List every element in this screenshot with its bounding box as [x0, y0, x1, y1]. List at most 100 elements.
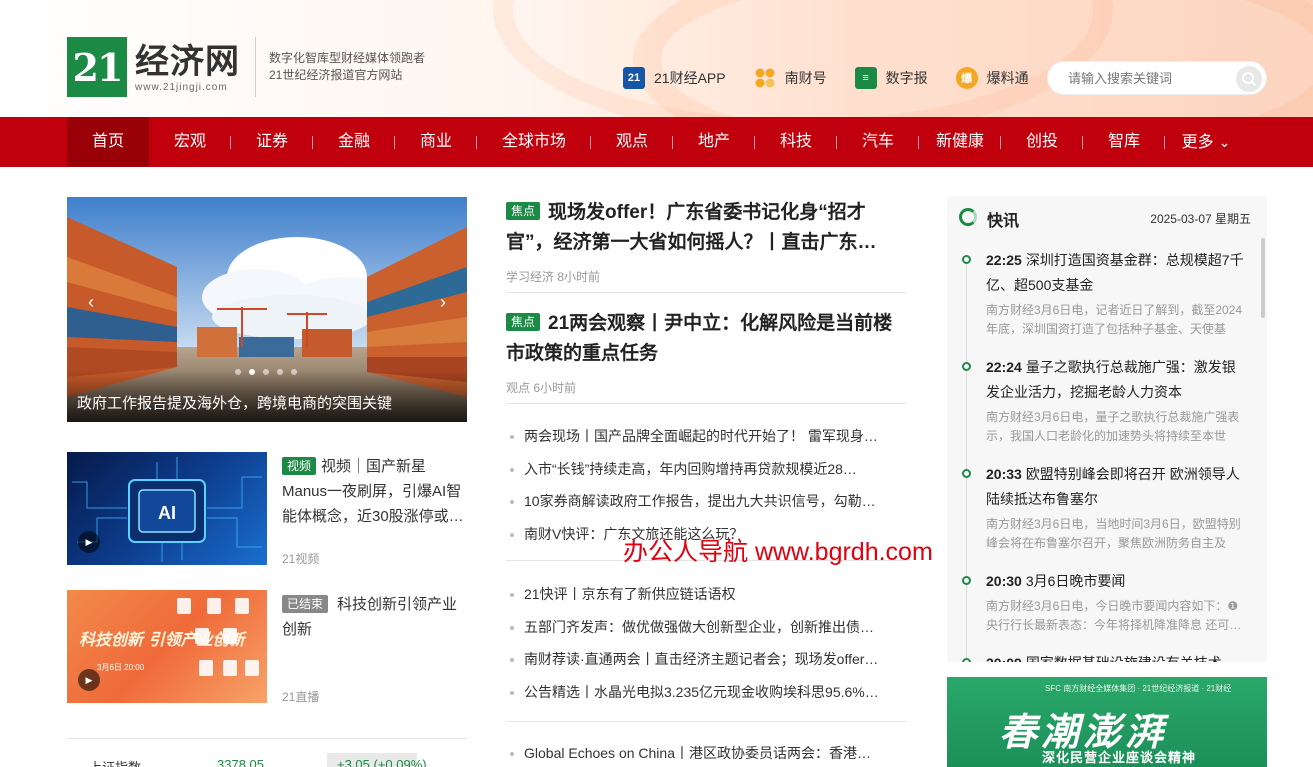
- flash-news-item[interactable]: 22:25 深圳打造国资基金群：总规模超7千亿、超500支基金 南方财经3月6日电，…: [947, 248, 1259, 339]
- news-list: Global Echoes on China丨港区政协委员话两会：香港…: [506, 737, 907, 767]
- flash-news-item[interactable]: 20:09 国家数据基础设施建设有关技术: [947, 651, 1259, 662]
- nav-item[interactable]: 新健康: [919, 117, 1001, 167]
- nav-item[interactable]: 宏观: [149, 117, 231, 167]
- list-item[interactable]: 五部门齐发声：做优做强做大创新型企业，创新推出债…: [506, 611, 907, 644]
- tool-label: 数字报: [885, 70, 928, 86]
- nav-item-label: 地产: [697, 133, 730, 150]
- nav-item[interactable]: 地产: [673, 117, 755, 167]
- list-item[interactable]: 10家券商解读政府工作报告，提出九大共识信号，勾勒…: [506, 485, 907, 518]
- flash-item-time: 20:33: [986, 466, 1022, 482]
- flash-item-title[interactable]: 22:25 深圳打造国资基金群：总规模超7千亿、超500支基金: [986, 248, 1249, 298]
- logo-url: www.21jingji.com: [135, 81, 228, 93]
- main-nav: 首页 宏观 证券 金融 商业 全球市场 观点 地产 科技 汽车 新健康 创投 智库 更多 ⌄: [0, 117, 1313, 167]
- focus-tag: 焦点: [506, 202, 541, 220]
- flash-item-time: 20:09: [986, 655, 1022, 662]
- featured-meta: 观点 6小时前: [506, 381, 577, 395]
- nancai-icon: [754, 67, 776, 89]
- flash-news-item[interactable]: 20:33 欧盟特别峰会即将召开 欧洲领导人陆续抵达布鲁塞尔 南方财经3月6日电，当…: [947, 462, 1259, 553]
- featured-article[interactable]: 焦点 21两会观察丨尹中立：化解风险是当前楼市政策的重点任务 观点 6小时前: [506, 309, 907, 396]
- featured-title[interactable]: 焦点 现场发offer！广东省委书记化身“招才官”，经济第一大省如何摇人？丨直击广…: [506, 198, 907, 258]
- banner-header: SFC 南方财经全媒体集团 · 21世纪经济报道 · 21财经: [1045, 684, 1232, 693]
- flash-news-item[interactable]: 22:24 量子之歌执行总裁施广强：激发银发企业活力，挖掘老龄人力资本 南方财经3月…: [947, 355, 1259, 446]
- live-thumbnail[interactable]: 科技创新 引领产业创新 3月6日 20:00 ▶: [67, 590, 267, 703]
- flash-item-title-text: 3月6日晚市要闻: [1025, 573, 1126, 589]
- nav-item[interactable]: 观点: [591, 117, 673, 167]
- video-thumbnail[interactable]: AI ▶: [67, 452, 267, 565]
- headline-carousel[interactable]: ‹ › 政府工作报告提及海外仓，跨境电商的突围关键: [67, 197, 467, 422]
- tool-tipoff[interactable]: 爆 爆料通: [955, 67, 1029, 89]
- thumbnail-text: AI: [158, 503, 176, 523]
- section-divider: [506, 721, 907, 722]
- flash-news-title[interactable]: 快讯: [987, 207, 1019, 231]
- nav-item[interactable]: 更多 ⌄: [1165, 117, 1247, 167]
- site-logo[interactable]: 21 经济网 www.21jingji.com: [67, 37, 240, 97]
- tool-digital-paper[interactable]: ≡ 数字报: [854, 67, 928, 89]
- list-item[interactable]: 公告精选丨水晶光电拟3.235亿元现金收购埃科思95.6%…: [506, 676, 907, 709]
- timeline-dot: [962, 576, 971, 585]
- list-item[interactable]: Global Echoes on China丨港区政协委员话两会：香港…: [506, 737, 907, 767]
- nav-list: 首页 宏观 证券 金融 商业 全球市场 观点 地产 科技 汽车 新健康 创投 智库 更多 ⌄: [67, 117, 1247, 167]
- list-item[interactable]: 入市“长钱”持续走高，年内回购增持再贷款规模近28…: [506, 453, 907, 486]
- list-item[interactable]: 南财荐读·直通两会丨直击经济主题记者会；现场发offer…: [506, 643, 907, 676]
- featured-article[interactable]: 焦点 现场发offer！广东省委书记化身“招才官”，经济第一大省如何摇人？丨直击广…: [506, 198, 907, 285]
- list-item[interactable]: 两会现场丨国产品牌全面崛起的时代开始了！ 雷军现身…: [506, 420, 907, 453]
- flash-news-header: 快讯 2025-03-07 星期五: [947, 196, 1267, 238]
- search-input[interactable]: [1068, 70, 1228, 86]
- live-card[interactable]: 科技创新 引领产业创新 3月6日 20:00 ▶ 已结束 科技创新引领产业创新 2…: [67, 590, 467, 705]
- flash-news-date: 2025-03-07 星期五: [1150, 212, 1251, 226]
- news-list: 21快评丨京东有了新供应链话语权 五部门齐发声：做优做强做大创新型企业，创新推出…: [506, 578, 907, 708]
- play-icon[interactable]: ▶: [78, 531, 100, 553]
- search-button[interactable]: [1236, 66, 1262, 92]
- carousel-caption[interactable]: 政府工作报告提及海外仓，跨境电商的突围关键: [67, 370, 467, 422]
- tool-21caijing-app[interactable]: 21 21财经APP: [623, 67, 726, 89]
- featured-title[interactable]: 焦点 21两会观察丨尹中立：化解风险是当前楼市政策的重点任务: [506, 309, 907, 369]
- nav-item-label: 商业: [419, 133, 452, 150]
- timeline-dot: [962, 469, 971, 478]
- banner-subtitle: 深化民营企业座谈会精神: [1042, 750, 1197, 765]
- nav-item[interactable]: 创投: [1001, 117, 1083, 167]
- nav-item[interactable]: 金融: [313, 117, 395, 167]
- nav-item[interactable]: 智库: [1083, 117, 1165, 167]
- video-title[interactable]: 视频 视频｜国产新星Manus一夜刷屏，引爆AI智能体概念，近30股涨停或…: [282, 454, 467, 529]
- index-name: 上证指数: [89, 757, 141, 767]
- chevron-down-icon: ⌄: [1218, 134, 1231, 150]
- flash-icon: [959, 208, 977, 226]
- flash-item-title[interactable]: 20:30 3月6日晚市要闻: [986, 569, 1249, 594]
- flash-news-item[interactable]: 20:30 3月6日晚市要闻 南方财经3月6日电，今日晚市要闻内容如下：❶央行行长最…: [947, 569, 1259, 635]
- carousel-prev-button[interactable]: ‹: [81, 287, 101, 317]
- flash-news-panel: 快讯 2025-03-07 星期五 22:25 深圳打造国资基金群：总规模超7千亿…: [947, 196, 1267, 662]
- list-item[interactable]: 21快评丨京东有了新供应链话语权: [506, 578, 907, 611]
- nav-item[interactable]: 证券: [231, 117, 313, 167]
- slogan-line: 21世纪经济报道官方网站: [269, 68, 403, 82]
- flash-item-time: 22:25: [986, 252, 1022, 268]
- nav-item[interactable]: 全球市场: [477, 117, 591, 167]
- video-card[interactable]: AI ▶ 视频 视频｜国产新星Manus一夜刷屏，引爆AI智能体概念，近30股涨停…: [67, 452, 467, 567]
- nav-item[interactable]: 科技: [755, 117, 837, 167]
- nav-item-label: 创投: [1025, 133, 1058, 150]
- chevron-right-icon: ›: [440, 291, 446, 312]
- nav-item[interactable]: 汽车: [837, 117, 919, 167]
- flash-item-time: 20:30: [986, 573, 1022, 589]
- flash-item-title[interactable]: 20:33 欧盟特别峰会即将召开 欧洲领导人陆续抵达布鲁塞尔: [986, 462, 1249, 512]
- search-box: [1047, 61, 1267, 95]
- site-slogan: 数字化智库型财经媒体领跑者 21世纪经济报道官方网站: [269, 50, 425, 84]
- tool-label: 爆料通: [986, 70, 1029, 86]
- flash-scrollbar[interactable]: [1261, 238, 1265, 318]
- nav-item-label: 证券: [255, 133, 288, 150]
- flash-item-title[interactable]: 22:24 量子之歌执行总裁施广强：激发银发企业活力，挖掘老龄人力资本: [986, 355, 1249, 405]
- flash-item-title[interactable]: 20:09 国家数据基础设施建设有关技术: [986, 651, 1249, 662]
- play-icon[interactable]: ▶: [78, 669, 100, 691]
- promo-banner[interactable]: SFC 南方财经全媒体集团 · 21世纪经济报道 · 21财经 春潮澎湃 深化民…: [947, 677, 1267, 767]
- nav-item-label: 金融: [337, 133, 370, 150]
- timeline-dot: [962, 255, 971, 264]
- live-title[interactable]: 已结束 科技创新引领产业创新: [282, 592, 467, 642]
- logo-divider: [255, 37, 256, 97]
- carousel-next-button[interactable]: ›: [433, 287, 453, 317]
- nav-item[interactable]: 首页: [67, 117, 149, 167]
- market-index-row[interactable]: 上证指数 3378.05 +3.05 (+0.09%): [67, 738, 467, 767]
- flash-item-time: 22:24: [986, 359, 1022, 375]
- logo-name: 经济网: [135, 41, 240, 82]
- tool-nancaihao[interactable]: 南财号: [754, 67, 827, 89]
- nav-item[interactable]: 商业: [395, 117, 477, 167]
- live-source: 21直播: [282, 690, 320, 704]
